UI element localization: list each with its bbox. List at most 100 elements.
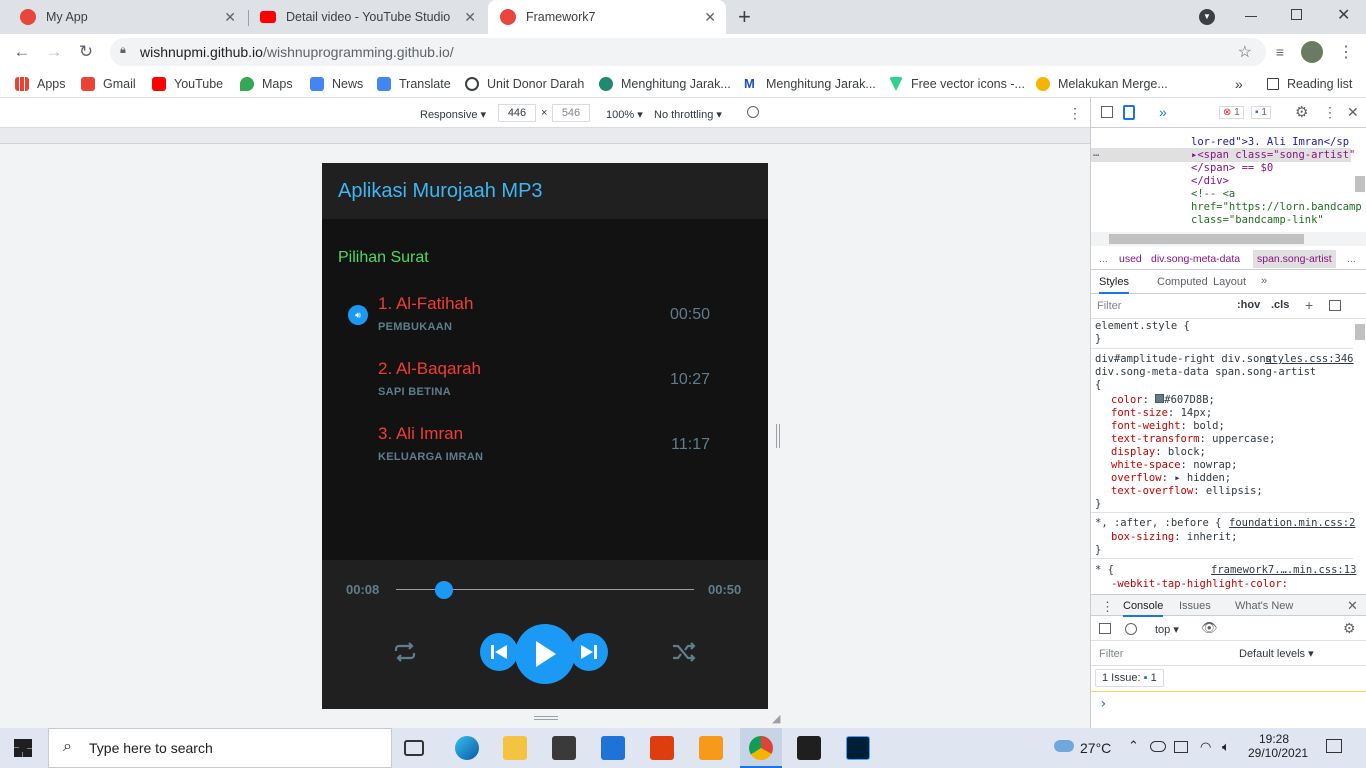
previous-button[interactable] <box>480 633 518 671</box>
rule-source-link[interactable]: foundation.min.css:2 <box>1229 517 1355 529</box>
dom-line[interactable]: </span> == $0 <box>1191 162 1273 174</box>
declaration[interactable]: -webkit-tap-highlight-color: <box>1111 578 1288 590</box>
viewport-width-input[interactable]: 446 <box>498 104 536 122</box>
bookmark-star-icon[interactable]: ☆ <box>1238 42 1252 62</box>
tabs-overflow[interactable]: » <box>1261 275 1267 287</box>
office-icon[interactable] <box>650 736 674 760</box>
declaration[interactable]: color: #607D8B; <box>1111 394 1275 407</box>
breadcrumb[interactable]: used <box>1119 253 1142 265</box>
close-tab-icon[interactable]: ✕ <box>464 9 476 26</box>
rule-selector[interactable]: *, :after, :before { <box>1095 517 1221 529</box>
device-toolbar-icon[interactable] <box>1123 105 1135 120</box>
clock[interactable]: 19:28 29/10/2021 <box>1248 732 1308 760</box>
reading-list[interactable]: Reading list <box>1267 75 1352 93</box>
next-button[interactable] <box>570 633 608 671</box>
toggle-sidebar-icon[interactable] <box>1329 300 1341 311</box>
rule-selector[interactable]: div#amplitude-right div.song div.song-me… <box>1095 353 1323 392</box>
bookmark-unit-donor-darah[interactable]: Unit Donor Darah <box>465 75 584 93</box>
song-item[interactable]: 🔊︎ 1. Al-Fatihah PEMBUKAAN 00:50 <box>322 294 768 354</box>
rule-selector[interactable]: * { <box>1095 564 1114 576</box>
wifi-icon[interactable]: ◠ <box>1200 739 1211 755</box>
weather-temperature[interactable]: 27°C <box>1080 740 1111 756</box>
console-settings-icon[interactable]: ⚙ <box>1343 620 1356 637</box>
console-filter-input[interactable]: Filter <box>1099 648 1123 660</box>
declaration[interactable]: text-transform: uppercase; <box>1111 433 1275 446</box>
close-tab-icon[interactable]: ✕ <box>224 9 236 26</box>
new-style-rule-icon[interactable]: + <box>1305 297 1313 313</box>
console-prompt[interactable]: › <box>1099 696 1107 712</box>
styles-scrollbar[interactable] <box>1355 324 1365 340</box>
show-hidden-icons-icon[interactable]: ⌃ <box>1128 738 1139 754</box>
network-icon[interactable] <box>1174 741 1188 753</box>
volume-icon[interactable]: 🔈︎ <box>1222 739 1230 755</box>
settings-gear-icon[interactable]: ⚙ <box>1295 103 1308 121</box>
context-select[interactable]: top ▾ <box>1155 623 1179 636</box>
mail-icon[interactable] <box>601 736 625 760</box>
declaration[interactable]: font-weight: bold; <box>1111 420 1275 433</box>
dom-line[interactable]: lor-red">3. Ali Imran</sp <box>1191 136 1349 148</box>
rotate-icon[interactable] <box>747 106 759 118</box>
styles-filter-input[interactable]: Filter <box>1097 300 1121 312</box>
dom-scrollbar[interactable] <box>1355 176 1365 192</box>
dom-line[interactable]: href="https://lorn.bandcamp <box>1191 201 1362 213</box>
reload-icon[interactable]: ↻ <box>74 40 98 64</box>
drawer-tab-console[interactable]: Console <box>1123 600 1164 617</box>
file-explorer-icon[interactable] <box>503 736 527 760</box>
bookmark-melakukan-merge[interactable]: Melakukan Merge... <box>1036 75 1168 93</box>
bookmark-maps[interactable]: Maps <box>240 75 293 93</box>
dom-line[interactable]: ▸<span class="song-artist" <box>1191 149 1355 161</box>
declaration[interactable]: overflow: ▸ hidden; <box>1111 472 1275 485</box>
throttling-select[interactable]: No throttling ▾ <box>654 108 722 121</box>
tab-framework7[interactable]: Framework7 ✕ <box>488 0 726 34</box>
song-item[interactable]: 2. Al-Baqarah SAPI BETINA 10:27 <box>322 359 768 419</box>
photoshop-icon[interactable] <box>846 736 870 760</box>
back-icon[interactable]: ← <box>10 40 34 64</box>
class-toggle[interactable]: .cls <box>1271 299 1289 311</box>
shuffle-button[interactable] <box>671 639 697 665</box>
breadcrumb-overflow[interactable]: ... <box>1347 253 1356 265</box>
media-query-ruler[interactable] <box>0 128 1090 144</box>
inspect-element-icon[interactable] <box>1101 106 1113 118</box>
terminal-icon[interactable] <box>797 736 821 760</box>
dom-horizontal-scrollbar[interactable] <box>1091 232 1366 246</box>
close-devtools-icon[interactable]: ✕ <box>1347 104 1359 121</box>
avatar[interactable] <box>1301 41 1323 63</box>
hover-state-toggle[interactable]: :hov <box>1237 299 1260 311</box>
tab-layout[interactable]: Layout <box>1213 276 1246 288</box>
drawer-tab-issues[interactable]: Issues <box>1179 600 1211 612</box>
close-tab-icon[interactable]: ✕ <box>704 9 716 26</box>
bookmark-apps[interactable]: Apps <box>15 75 66 93</box>
breadcrumb[interactable]: div.song-meta-data <box>1151 253 1240 265</box>
declaration[interactable]: box-sizing: inherit; <box>1111 531 1237 543</box>
close-drawer-icon[interactable]: ✕ <box>1347 598 1358 614</box>
edge-icon[interactable] <box>455 736 479 760</box>
minimize-icon[interactable] <box>1245 16 1257 17</box>
tab-computed[interactable]: Computed <box>1157 276 1208 288</box>
task-view-icon[interactable] <box>404 740 424 756</box>
issues-link[interactable]: 1 Issue: ▪ 1 <box>1095 669 1164 687</box>
repeat-button[interactable] <box>392 639 418 665</box>
device-menu-icon[interactable]: ⋮ <box>1068 105 1082 122</box>
close-window-icon[interactable]: ✕ <box>1337 5 1350 25</box>
notifications-icon[interactable] <box>1326 739 1342 753</box>
bookmark-gmail[interactable]: Gmail <box>81 75 136 93</box>
drawer-tab-whats-new[interactable]: What's New <box>1235 600 1293 612</box>
store-icon[interactable] <box>552 736 576 760</box>
taskbar-active-chrome[interactable] <box>740 728 782 768</box>
song-item[interactable]: 3. Ali Imran KELUARGA IMRAN 11:17 <box>322 424 768 484</box>
error-count-badge[interactable]: ⊗ 1 <box>1219 106 1244 119</box>
color-swatch[interactable] <box>1155 394 1165 403</box>
address-bar[interactable]: 🔒︎ wishnupmi.github.io/wishnuprogramming… <box>110 38 1266 66</box>
element-style-rule[interactable]: element.style { <box>1095 320 1190 332</box>
scroll-thumb[interactable] <box>1109 234 1304 244</box>
viewport-resize-handle-bottom[interactable] <box>534 716 558 720</box>
rule-source-link[interactable]: framework7.….min.css:13 <box>1211 564 1356 576</box>
bookmark-free-vector-icons[interactable]: Free vector icons -... <box>889 75 1025 93</box>
windows-start-icon[interactable] <box>14 739 32 757</box>
dom-line[interactable]: class="bandcamp-link" <box>1191 214 1324 226</box>
bookmarks-overflow[interactable]: » <box>1235 75 1243 93</box>
menu-icon[interactable]: ⋮ <box>1334 40 1358 64</box>
bookmark-news[interactable]: News <box>310 75 363 93</box>
weather-cloud-icon[interactable] <box>1054 740 1074 752</box>
play-button[interactable] <box>515 624 575 684</box>
